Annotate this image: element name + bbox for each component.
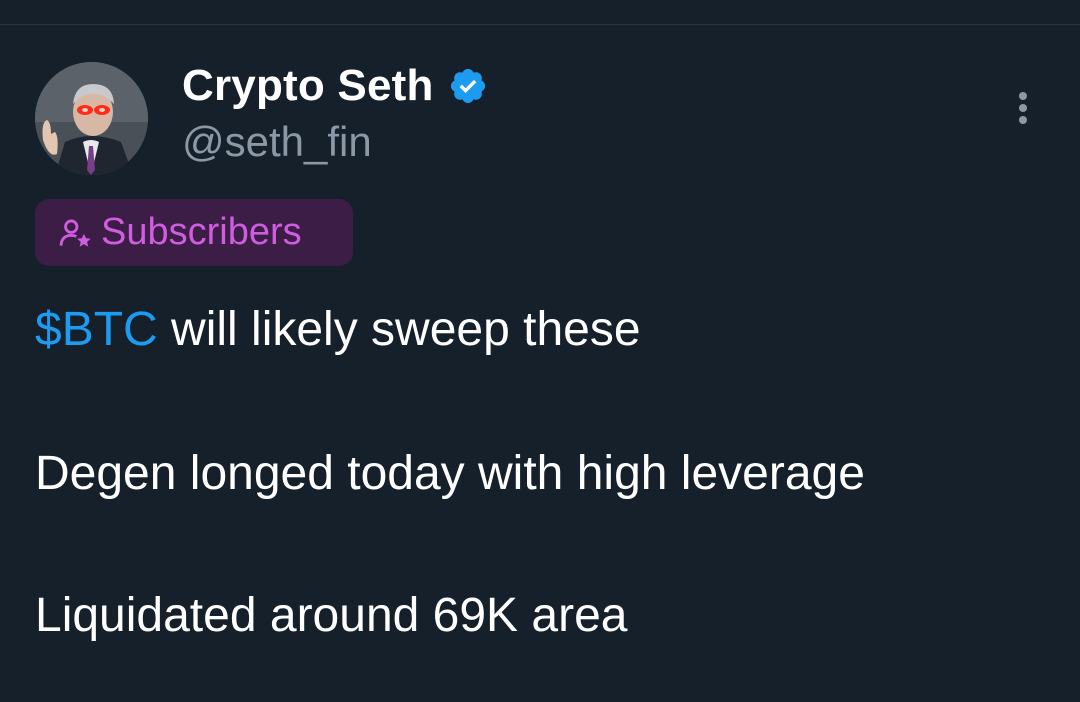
subscribers-label: Subscribers	[101, 211, 302, 253]
more-vertical-icon[interactable]	[1010, 88, 1038, 128]
avatar-image	[35, 62, 148, 175]
tweet-view: Crypto Seth @seth_fin Subscribers $BTC w…	[0, 0, 1080, 702]
tweet-text-line-1: $BTC will likely sweep these	[35, 302, 641, 358]
subscriber-star-icon	[57, 214, 95, 252]
tweet-text-line-2: Degen longed today with high leverage	[35, 447, 865, 500]
cashtag-link[interactable]: $BTC	[35, 303, 158, 356]
display-name[interactable]: Crypto Seth	[182, 61, 434, 111]
verified-badge-icon[interactable]	[448, 66, 488, 106]
author-name-row[interactable]: Crypto Seth	[182, 58, 488, 114]
tweet-text: will likely sweep these	[157, 303, 641, 356]
divider	[0, 24, 1080, 25]
author-handle[interactable]: @seth_fin	[182, 118, 372, 166]
tweet-text-line-3: Liquidated around 69K area	[35, 589, 628, 642]
subscribers-badge[interactable]: Subscribers	[35, 199, 353, 266]
more-dot	[1019, 116, 1027, 124]
avatar[interactable]	[35, 62, 148, 175]
more-dot	[1019, 92, 1027, 100]
more-dot	[1019, 104, 1027, 112]
